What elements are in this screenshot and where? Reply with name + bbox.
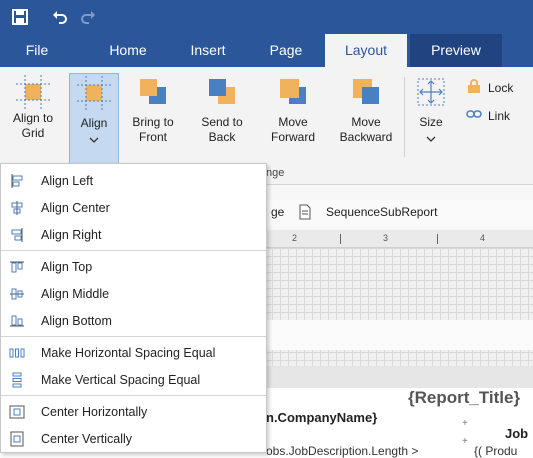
- tab-layout[interactable]: Layout: [325, 34, 407, 67]
- menu-separator: [1, 395, 266, 396]
- move-forward-label-1: Move: [278, 115, 308, 129]
- menu-item-align-left[interactable]: Align Left: [1, 167, 266, 194]
- job-label[interactable]: Job: [505, 426, 528, 441]
- document-tab-partial[interactable]: ge: [271, 205, 284, 219]
- move-backward-label-1: Move: [351, 115, 381, 129]
- menu-item-center-horizontally[interactable]: Center Horizontally: [1, 398, 266, 425]
- menu-separator: [1, 336, 266, 337]
- send-to-back-icon: [205, 75, 239, 109]
- align-top-icon: [5, 258, 29, 276]
- menu-item-align-center[interactable]: Align Center: [1, 194, 266, 221]
- ruler-tick: [437, 234, 438, 244]
- plus-marker: +: [462, 418, 468, 429]
- undo-icon[interactable]: [50, 7, 70, 27]
- menu-item-label: Center Horizontally: [41, 404, 148, 419]
- link-button[interactable]: Link: [466, 107, 510, 125]
- center-vertically-icon: [5, 430, 29, 448]
- menu-item-label: Align Bottom: [41, 313, 112, 328]
- menu-item-label: Align Left: [41, 173, 94, 188]
- menu-item-align-right[interactable]: Align Right: [1, 221, 266, 248]
- tab-file[interactable]: File: [8, 34, 66, 67]
- menu-item-label: Align Middle: [41, 286, 110, 301]
- link-label: Link: [488, 109, 511, 123]
- menu-item-vertical-spacing-equal[interactable]: Make Vertical Spacing Equal: [1, 366, 266, 393]
- align-middle-icon: [5, 285, 29, 303]
- report-title-field[interactable]: {Report_Title}: [408, 388, 520, 408]
- plus-marker: +: [462, 436, 468, 447]
- align-label: Align: [80, 116, 108, 130]
- save-icon[interactable]: [10, 7, 30, 27]
- chevron-down-icon: [70, 133, 118, 148]
- tab-preview[interactable]: Preview: [410, 34, 502, 67]
- vertical-spacing-icon: [5, 371, 29, 389]
- align-to-grid-label: Align to Grid: [12, 111, 54, 140]
- ribbon-separator: [404, 77, 405, 157]
- move-forward-label-2: Forward: [270, 130, 315, 144]
- menu-item-horizontal-spacing-equal[interactable]: Make Horizontal Spacing Equal: [1, 339, 266, 366]
- align-center-icon: [5, 199, 29, 217]
- link-icon: [466, 106, 482, 127]
- send-to-back-button[interactable]: Send to Back: [194, 73, 250, 169]
- align-button[interactable]: Align: [69, 73, 119, 169]
- send-to-back-label-2: Back: [208, 130, 236, 144]
- menu-item-label: Center Vertically: [41, 431, 133, 446]
- bring-to-front-label-1: Bring to: [132, 115, 174, 129]
- ruler-tick-label: 2: [292, 233, 298, 243]
- job-description-expression[interactable]: obs.JobDescription.Length >: [266, 444, 418, 458]
- move-forward-icon: [276, 75, 310, 109]
- lock-button[interactable]: Lock: [466, 78, 514, 99]
- size-button[interactable]: Size: [410, 73, 452, 169]
- tab-insert[interactable]: Insert: [176, 34, 240, 67]
- menu-item-label: Align Top: [41, 259, 93, 274]
- send-to-back-label-1: Send to: [201, 115, 243, 129]
- size-label: Size: [419, 115, 443, 129]
- horizontal-spacing-icon: [5, 344, 29, 362]
- move-forward-button[interactable]: Move Forward: [264, 73, 322, 169]
- center-horizontally-icon: [5, 403, 29, 421]
- redo-icon[interactable]: [78, 7, 98, 27]
- menu-item-align-bottom[interactable]: Align Bottom: [1, 307, 266, 334]
- lock-label: Lock: [488, 81, 514, 95]
- move-backward-icon: [349, 75, 383, 109]
- product-expression[interactable]: {( Produ: [474, 444, 517, 458]
- bring-to-front-label-2: Front: [138, 130, 167, 144]
- bring-to-front-icon: [136, 75, 170, 109]
- title-bar: [0, 0, 533, 34]
- menu-item-center-vertically[interactable]: Center Vertically: [1, 425, 266, 452]
- align-to-grid-button[interactable]: Align to Grid: [4, 73, 62, 169]
- menu-item-align-top[interactable]: Align Top: [1, 253, 266, 280]
- align-dropdown-menu: Align Left Align Center Align Right Alig…: [0, 163, 267, 453]
- document-icon: [298, 204, 312, 223]
- company-name-field[interactable]: n.CompanyName}: [266, 410, 377, 425]
- size-icon: [414, 75, 448, 109]
- bring-to-front-button[interactable]: Bring to Front: [126, 73, 180, 169]
- move-backward-label-2: Backward: [339, 130, 393, 144]
- align-left-icon: [5, 172, 29, 190]
- align-bottom-icon: [5, 312, 29, 330]
- menu-item-align-middle[interactable]: Align Middle: [1, 280, 266, 307]
- menu-separator: [1, 250, 266, 251]
- arrange-group-label: nge: [266, 167, 285, 179]
- menu-item-label: Align Right: [41, 227, 102, 242]
- align-right-icon: [5, 226, 29, 244]
- tab-page[interactable]: Page: [254, 34, 318, 67]
- align-icon: [77, 76, 111, 110]
- menu-item-label: Align Center: [41, 200, 110, 215]
- align-to-grid-icon: [16, 75, 50, 109]
- move-backward-button[interactable]: Move Backward: [334, 73, 398, 169]
- tab-home[interactable]: Home: [96, 34, 160, 67]
- ribbon-tabs: File Home Insert Page Layout Preview: [0, 34, 533, 67]
- ruler-tick-label: 4: [480, 233, 486, 243]
- chevron-down-icon: [410, 132, 452, 147]
- lock-icon: [466, 78, 482, 99]
- document-tab-sequence-subreport[interactable]: SequenceSubReport: [326, 205, 437, 219]
- ruler-tick-label: 3: [383, 233, 389, 243]
- menu-item-label: Make Horizontal Spacing Equal: [41, 345, 216, 360]
- menu-item-label: Make Vertical Spacing Equal: [41, 372, 201, 387]
- ruler-tick: [340, 234, 341, 244]
